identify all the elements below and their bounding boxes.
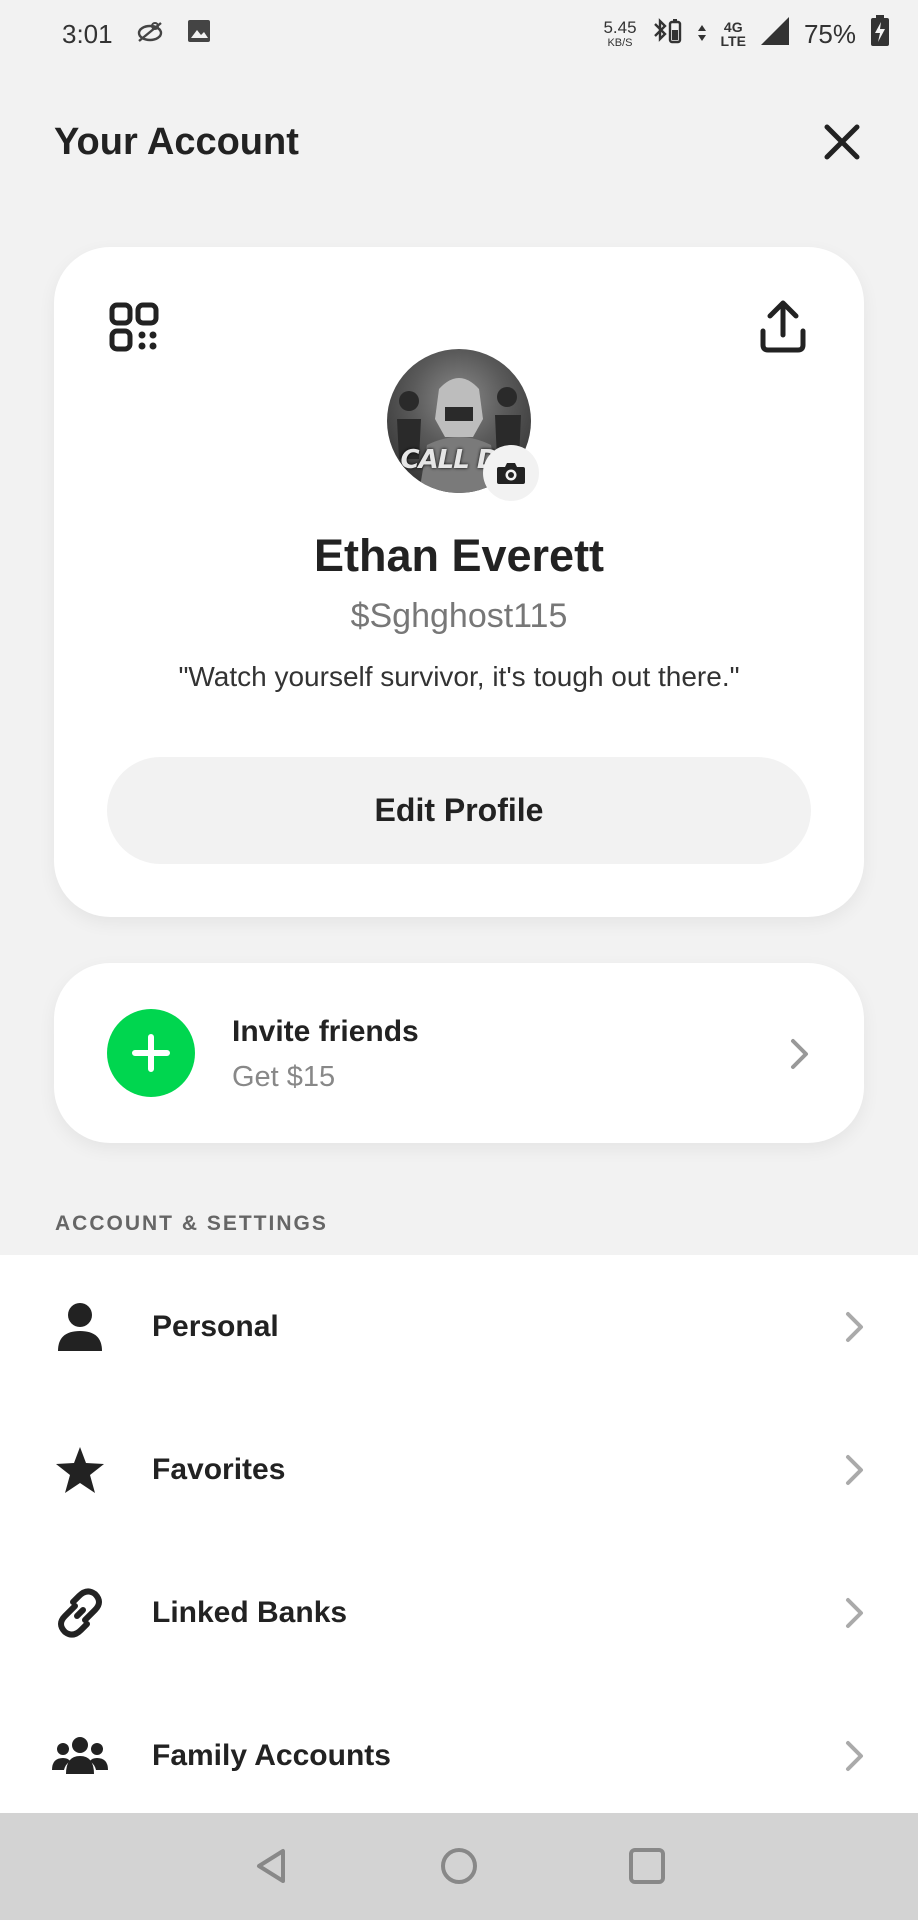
status-right: 5.45 KB/S 4G LTE 75% — [603, 14, 890, 54]
chevron-right-icon — [846, 1454, 863, 1485]
profile-cashtag: $Sghghost115 — [350, 597, 568, 635]
invite-subtitle: Get $15 — [232, 1061, 336, 1093]
settings-item-linked-banks[interactable]: Linked Banks — [0, 1541, 918, 1684]
net-speed-unit: KB/S — [607, 37, 633, 49]
edit-profile-button[interactable]: Edit Profile — [107, 757, 811, 864]
status-left: 3:01 — [62, 19, 211, 50]
home-circle-icon — [441, 1848, 477, 1884]
settings-item-label: Personal — [152, 1309, 279, 1343]
net-speed-value: 5.45 — [603, 18, 637, 37]
share-button[interactable] — [757, 299, 809, 355]
profile-name: Ethan Everett — [313, 530, 605, 581]
profile-card: CALL DU Ethan Everett $Sghghost115 "Watc… — [54, 247, 864, 917]
signal-icon — [760, 16, 790, 53]
status-time: 3:01 — [62, 18, 113, 49]
data-arrows-icon — [697, 19, 707, 50]
image-notification-icon — [187, 19, 211, 50]
header: Your Account — [54, 112, 864, 172]
notification-app-icon — [135, 19, 165, 50]
link-icon — [52, 1585, 108, 1641]
settings-item-label: Linked Banks — [152, 1595, 348, 1629]
settings-item-label: Favorites — [152, 1452, 286, 1486]
plus-icon — [132, 1034, 170, 1072]
chevron-right-icon — [846, 1311, 863, 1342]
profile-bio: "Watch yourself survivor, it's tough out… — [178, 661, 740, 692]
close-button[interactable] — [820, 120, 864, 164]
invite-friends-card[interactable]: Invite friends Get $15 — [54, 963, 864, 1143]
page-title: Your Account — [54, 120, 299, 163]
network-type-bottom: LTE — [720, 33, 746, 49]
person-icon — [52, 1299, 108, 1355]
nav-home-button[interactable] — [434, 1841, 484, 1891]
status-bar: 3:01 5.45 KB/S 4G LTE 75% — [0, 0, 918, 68]
invite-title: Invite friends — [232, 1015, 419, 1048]
chevron-right-icon — [791, 1039, 808, 1069]
recents-square-icon — [629, 1848, 665, 1884]
chevron-right-icon — [846, 1740, 863, 1771]
camera-icon — [497, 463, 525, 484]
nav-recents-button[interactable] — [622, 1841, 672, 1891]
share-icon — [760, 300, 806, 353]
account-screen: 3:01 5.45 KB/S 4G LTE 75% Your Account C… — [0, 0, 918, 1920]
nav-back-button[interactable] — [246, 1841, 296, 1891]
family-icon — [52, 1728, 108, 1784]
qr-code-button[interactable] — [109, 302, 159, 352]
settings-item-personal[interactable]: Personal — [0, 1255, 918, 1398]
network-type-top: 4G — [723, 19, 743, 35]
bluetooth-battery-icon — [651, 16, 683, 53]
chevron-right-icon — [846, 1597, 863, 1628]
section-header: ACCOUNT & SETTINGS — [55, 1212, 328, 1235]
avatar-wrapper: CALL DU — [387, 349, 539, 501]
close-icon — [824, 124, 860, 160]
settings-list: Personal Favorites Linked Banks Family A… — [0, 1255, 918, 1813]
net-speed: 5.45 KB/S — [603, 19, 636, 49]
back-triangle-icon — [257, 1849, 285, 1883]
battery-percent: 75% — [803, 18, 856, 49]
settings-item-favorites[interactable]: Favorites — [0, 1398, 918, 1541]
star-icon — [52, 1442, 108, 1498]
invite-plus-badge — [107, 1009, 195, 1097]
change-photo-button[interactable] — [483, 445, 539, 501]
settings-item-family-accounts[interactable]: Family Accounts — [0, 1684, 918, 1827]
network-type: 4G LTE — [721, 20, 746, 48]
system-nav-bar — [0, 1813, 918, 1920]
battery-charging-icon — [870, 14, 890, 54]
settings-item-label: Family Accounts — [152, 1738, 391, 1772]
qr-code-icon — [109, 302, 159, 352]
